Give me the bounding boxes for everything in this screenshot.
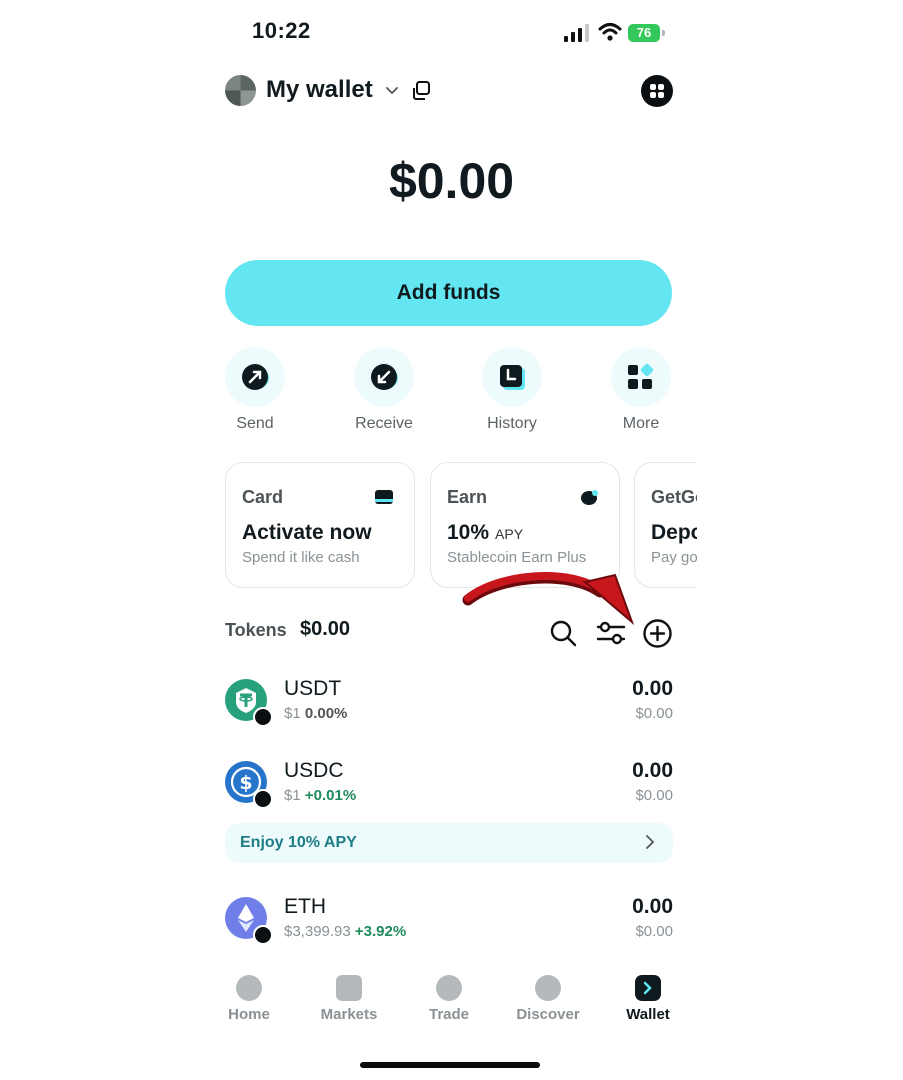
wallet-icon — [635, 975, 661, 1001]
token-price: $1 +0.01% — [284, 787, 356, 804]
nav-trade[interactable]: Trade — [409, 975, 489, 1023]
card-subtitle: Spend it like cash — [242, 549, 360, 566]
token-value: $0.00 — [635, 923, 673, 940]
token-change: 0.00% — [304, 705, 348, 722]
token-symbol: USDC — [284, 759, 344, 782]
earn-subtitle: Stablecoin Earn Plus — [447, 549, 587, 566]
getgo-subtitle: Pay go — [651, 549, 697, 566]
token-change: +3.92% — [354, 923, 407, 940]
token-amount: 0.00 — [632, 895, 673, 918]
card-headline: Activate now — [242, 521, 372, 544]
getgo-headline: Deposit — [651, 521, 697, 544]
nav-home[interactable]: Home — [209, 975, 289, 1023]
token-amount: 0.00 — [632, 759, 673, 782]
svg-text:$: $ — [239, 772, 252, 794]
home-icon — [236, 975, 262, 1001]
markets-icon — [336, 975, 362, 1001]
token-price: $3,399.93 +3.92% — [284, 923, 406, 940]
filter-icon[interactable] — [596, 619, 626, 647]
chevron-right-icon — [646, 835, 655, 849]
piggy-bank-icon — [581, 490, 598, 505]
card-card[interactable]: Card Activate now Spend it like cash — [225, 462, 415, 588]
token-price-value: $1 — [284, 787, 301, 804]
nav-markets[interactable]: Markets — [309, 975, 389, 1023]
earn-title: Earn — [447, 487, 488, 507]
nav-markets-label: Markets — [320, 1006, 378, 1023]
token-symbol: USDT — [284, 677, 342, 700]
getgo-title: GetGo — [651, 487, 697, 507]
cards-carousel[interactable]: Card Activate now Spend it like cash Ear… — [0, 0, 697, 600]
nav-discover[interactable]: Discover — [508, 975, 588, 1023]
token-price-value: $1 — [284, 705, 301, 722]
tokens-label: Tokens — [225, 620, 287, 640]
token-row-usdc[interactable]: $ USDC $1 +0.01% 0.00 $0.00 — [225, 759, 673, 821]
network-badge-icon — [253, 707, 273, 727]
search-icon[interactable] — [549, 619, 577, 647]
token-value: $0.00 — [635, 787, 673, 804]
nav-wallet-label: Wallet — [626, 1006, 670, 1023]
compass-icon — [535, 975, 561, 1001]
promo-text: Enjoy 10% APY — [240, 834, 357, 851]
token-row-usdt[interactable]: USDT $1 0.00% 0.00 $0.00 — [225, 677, 673, 739]
add-token-icon[interactable] — [642, 618, 673, 649]
home-indicator[interactable] — [360, 1062, 540, 1068]
nav-trade-label: Trade — [428, 1006, 470, 1023]
token-price: $1 0.00% — [284, 705, 347, 722]
card-icon — [375, 490, 393, 504]
token-value: $0.00 — [635, 705, 673, 722]
card-title: Card — [242, 487, 284, 507]
nav-home-label: Home — [228, 1006, 270, 1023]
nav-wallet[interactable]: Wallet — [608, 975, 688, 1023]
token-symbol: ETH — [284, 895, 326, 918]
nav-discover-label: Discover — [516, 1006, 580, 1023]
earn-headline: 10% APY — [447, 521, 523, 545]
token-change: +0.01% — [304, 787, 357, 804]
network-badge-icon — [253, 789, 273, 809]
network-badge-icon — [253, 925, 273, 945]
tokens-total: $0.00 — [300, 618, 351, 640]
token-amount: 0.00 — [632, 677, 673, 700]
token-price-value: $3,399.93 — [284, 923, 351, 940]
earn-rate: 10% — [447, 521, 490, 544]
trade-icon — [436, 975, 462, 1001]
apy-promo-banner[interactable]: Enjoy 10% APY — [225, 823, 673, 863]
token-row-eth[interactable]: ETH $3,399.93 +3.92% 0.00 $0.00 — [225, 895, 673, 957]
earn-apy-label: APY — [495, 526, 524, 542]
